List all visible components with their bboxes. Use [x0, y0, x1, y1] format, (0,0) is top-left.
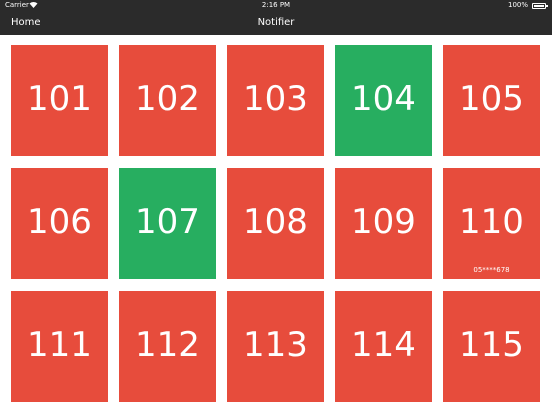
room-tile[interactable]: 105: [443, 45, 540, 156]
room-number: 102: [135, 79, 200, 119]
room-tile[interactable]: 104: [335, 45, 432, 156]
phone-number-label: 05****678: [473, 266, 510, 274]
room-tile[interactable]: 107: [119, 168, 216, 279]
room-tile[interactable]: 103: [227, 45, 324, 156]
status-bar: Carrier 2:16 PM 100%: [0, 0, 552, 11]
room-number: 113: [243, 325, 308, 365]
page-title: Notifier: [257, 17, 295, 28]
room-number: 112: [135, 325, 200, 365]
room-tile[interactable]: 102: [119, 45, 216, 156]
room-number: 114: [351, 325, 416, 365]
room-tile[interactable]: 108: [227, 168, 324, 279]
battery-icon: [532, 3, 548, 9]
top-bar: Carrier 2:16 PM 100% Home Notifier: [0, 0, 552, 35]
room-number: 111: [27, 325, 92, 365]
status-time: 2:16 PM: [261, 1, 291, 9]
room-number: 104: [351, 79, 416, 119]
room-tile[interactable]: 112: [119, 291, 216, 402]
room-tile[interactable]: 101: [11, 45, 108, 156]
room-number: 110: [459, 202, 524, 242]
battery-percent: 100%: [507, 1, 528, 9]
room-number: 106: [27, 202, 92, 242]
navigation-bar: Home Notifier: [0, 11, 552, 35]
room-tile[interactable]: 114: [335, 291, 432, 402]
room-number: 105: [459, 79, 524, 119]
room-number: 107: [135, 202, 200, 242]
room-number: 103: [243, 79, 308, 119]
room-tile[interactable]: 113: [227, 291, 324, 402]
room-tile[interactable]: 115: [443, 291, 540, 402]
room-tile[interactable]: 106: [11, 168, 108, 279]
room-tile[interactable]: 109: [335, 168, 432, 279]
room-number: 115: [459, 325, 524, 365]
room-number: 108: [243, 202, 308, 242]
room-number: 109: [351, 202, 416, 242]
room-tile[interactable]: 110 05****678: [443, 168, 540, 279]
room-number: 101: [27, 79, 92, 119]
room-tile[interactable]: 111: [11, 291, 108, 402]
